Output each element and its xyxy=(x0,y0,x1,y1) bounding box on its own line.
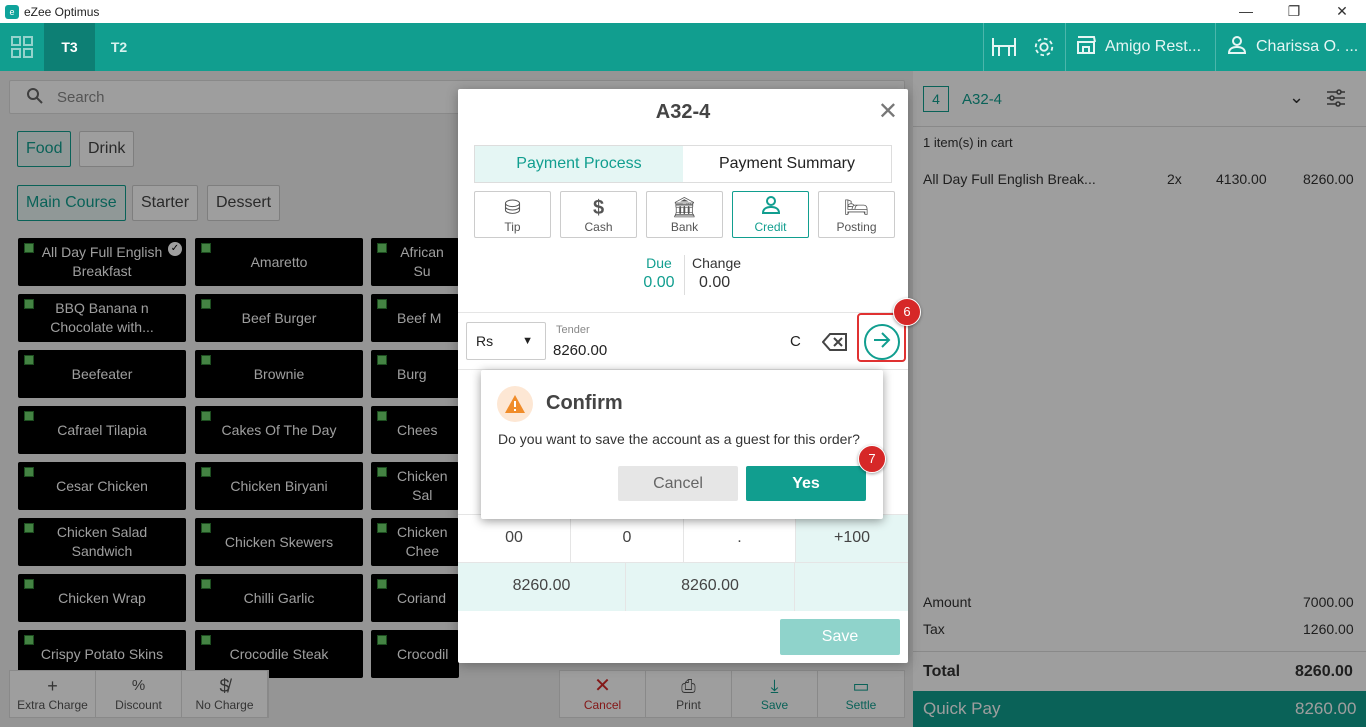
warning-icon xyxy=(497,386,533,422)
step-badge-6: 6 xyxy=(893,298,921,326)
backspace-icon[interactable] xyxy=(821,332,848,357)
gear-icon[interactable] xyxy=(1023,23,1065,71)
modal-title: A32-4 xyxy=(655,101,711,123)
change-block: Change 0.00 xyxy=(692,255,741,292)
user-icon xyxy=(1227,35,1247,59)
key-dot[interactable]: . xyxy=(684,515,796,562)
app-logo-icon: e xyxy=(5,4,19,19)
outlet-name: Amigo Rest... xyxy=(1105,38,1202,55)
store-icon xyxy=(1076,35,1096,59)
step-badge-7: 7 xyxy=(858,445,886,473)
restore-button[interactable]: ❐ xyxy=(1270,0,1318,23)
top-navbar: T3 T2 Amigo Rest... Charissa O. ... xyxy=(0,23,1366,71)
window-titlebar: e eZee Optimus — ❐ ✕ xyxy=(0,0,1366,23)
app-title: eZee Optimus xyxy=(24,4,100,19)
change-value: 0.00 xyxy=(699,274,731,291)
dollar-icon: $ xyxy=(592,196,605,219)
due-label: Due xyxy=(646,255,672,271)
caret-down-icon: ▼ xyxy=(522,335,533,347)
save-payment-button[interactable]: Save xyxy=(780,619,900,655)
method-bank-button[interactable]: 🏛︎ Bank xyxy=(646,191,723,238)
minimize-button[interactable]: — xyxy=(1222,0,1270,23)
bed-icon: 🛏︎ xyxy=(843,196,870,219)
user-menu[interactable]: Charissa O. ... xyxy=(1215,23,1366,71)
clear-button[interactable]: C xyxy=(790,333,801,350)
method-posting-button[interactable]: 🛏︎ Posting xyxy=(818,191,895,238)
key-plus-100[interactable]: +100 xyxy=(796,515,908,562)
keypad-row: 00 0 . +100 xyxy=(458,514,908,562)
tender-input[interactable]: 8260.00 xyxy=(553,342,607,359)
amount-suggestion-empty xyxy=(795,563,908,611)
confirm-yes-button[interactable]: Yes xyxy=(746,466,866,501)
method-posting-label: Posting xyxy=(836,219,877,234)
coins-icon: ⛁ xyxy=(504,196,521,219)
amount-suggestion-2[interactable]: 8260.00 xyxy=(626,563,795,611)
confirm-dialog: Confirm Do you want to save the account … xyxy=(481,370,883,519)
outlet-selector[interactable]: Amigo Rest... xyxy=(1065,23,1215,71)
close-icon[interactable]: ✕ xyxy=(878,97,898,126)
tender-label: Tender xyxy=(556,324,590,336)
tab-payment-summary[interactable]: Payment Summary xyxy=(683,146,891,182)
currency-select[interactable]: Rs ▼ xyxy=(466,322,546,360)
change-label: Change xyxy=(692,255,742,271)
tab-t2[interactable]: T2 xyxy=(95,23,143,71)
grid-menu-icon[interactable] xyxy=(0,23,44,71)
method-credit-label: Credit xyxy=(754,219,787,234)
bank-icon: 🏛︎ xyxy=(671,196,698,219)
method-tip-button[interactable]: ⛁ Tip xyxy=(474,191,551,238)
key-0[interactable]: 0 xyxy=(571,515,684,562)
amount-suggestion-1[interactable]: 8260.00 xyxy=(458,563,626,611)
tab-payment-process[interactable]: Payment Process xyxy=(475,146,683,182)
table-layout-icon[interactable] xyxy=(983,23,1023,71)
confirm-cancel-button[interactable]: Cancel xyxy=(618,466,738,501)
person-icon xyxy=(761,195,780,220)
payment-tabs: Payment Process Payment Summary xyxy=(474,145,892,183)
confirm-message: Do you want to save the account as a gue… xyxy=(498,431,860,447)
method-tip-label: Tip xyxy=(504,219,521,234)
amount-suggestions: 8260.00 8260.00 xyxy=(458,562,908,611)
divider xyxy=(684,255,685,295)
due-value: 0.00 xyxy=(643,274,675,291)
close-window-button[interactable]: ✕ xyxy=(1318,0,1366,23)
method-bank-label: Bank xyxy=(670,219,699,234)
due-block: Due 0.00 xyxy=(642,255,676,292)
method-cash-label: Cash xyxy=(584,219,613,234)
key-00[interactable]: 00 xyxy=(458,515,571,562)
method-credit-button[interactable]: Credit xyxy=(732,191,809,238)
tab-t3[interactable]: T3 xyxy=(44,23,95,71)
method-cash-button[interactable]: $ Cash xyxy=(560,191,637,238)
payment-methods: ⛁ Tip $ Cash 🏛︎ Bank Credit 🛏︎ Posting xyxy=(474,191,895,238)
tender-row: Rs ▼ Tender 8260.00 C xyxy=(458,312,908,370)
currency-value: Rs xyxy=(476,333,494,349)
confirm-title: Confirm xyxy=(546,392,623,414)
user-name: Charissa O. ... xyxy=(1256,38,1359,55)
